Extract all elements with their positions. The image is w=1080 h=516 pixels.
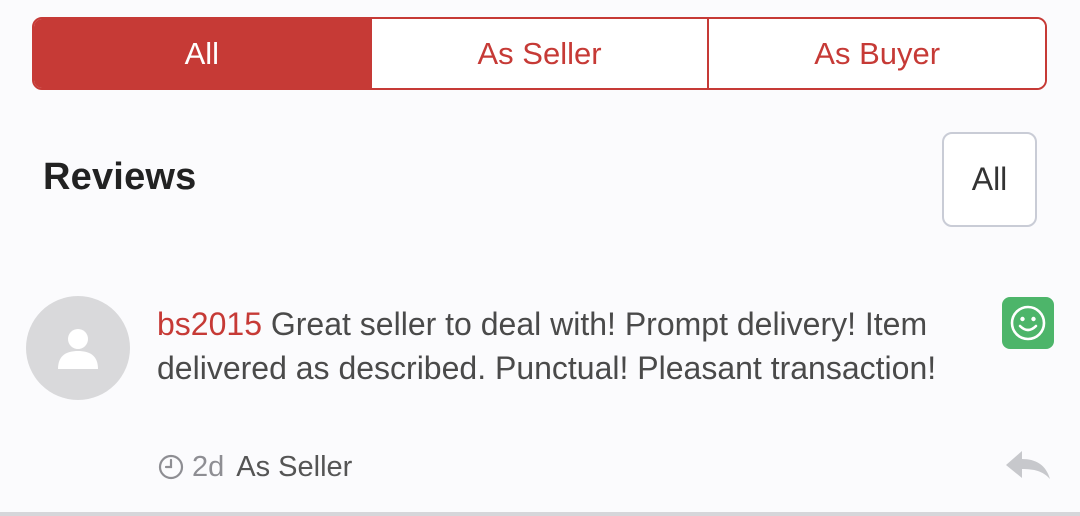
- reply-icon[interactable]: [1004, 447, 1052, 483]
- smiley-face-icon: [1002, 297, 1054, 349]
- review-body: bs2015 Great seller to deal with! Prompt…: [157, 302, 967, 390]
- review-username[interactable]: bs2015: [157, 306, 262, 342]
- review-meta: 2d As Seller: [158, 447, 352, 487]
- review-filter-tabs: All As Seller As Buyer: [32, 17, 1047, 90]
- reviews-page: All As Seller As Buyer Reviews All bs201…: [0, 0, 1080, 516]
- tab-all[interactable]: All: [34, 19, 370, 88]
- review-time: 2d: [192, 450, 225, 483]
- user-silhouette-icon: [58, 329, 98, 369]
- review-role: As Seller: [236, 450, 353, 483]
- divider: [0, 512, 1080, 516]
- reviews-heading: Reviews: [43, 156, 197, 198]
- reviews-filter-button[interactable]: All: [942, 132, 1037, 227]
- tab-as-buyer[interactable]: As Buyer: [707, 19, 1045, 88]
- clock-icon: [158, 454, 184, 480]
- review-comment: Great seller to deal with! Prompt delive…: [157, 306, 937, 386]
- avatar[interactable]: [26, 296, 130, 400]
- tab-as-seller[interactable]: As Seller: [369, 19, 708, 88]
